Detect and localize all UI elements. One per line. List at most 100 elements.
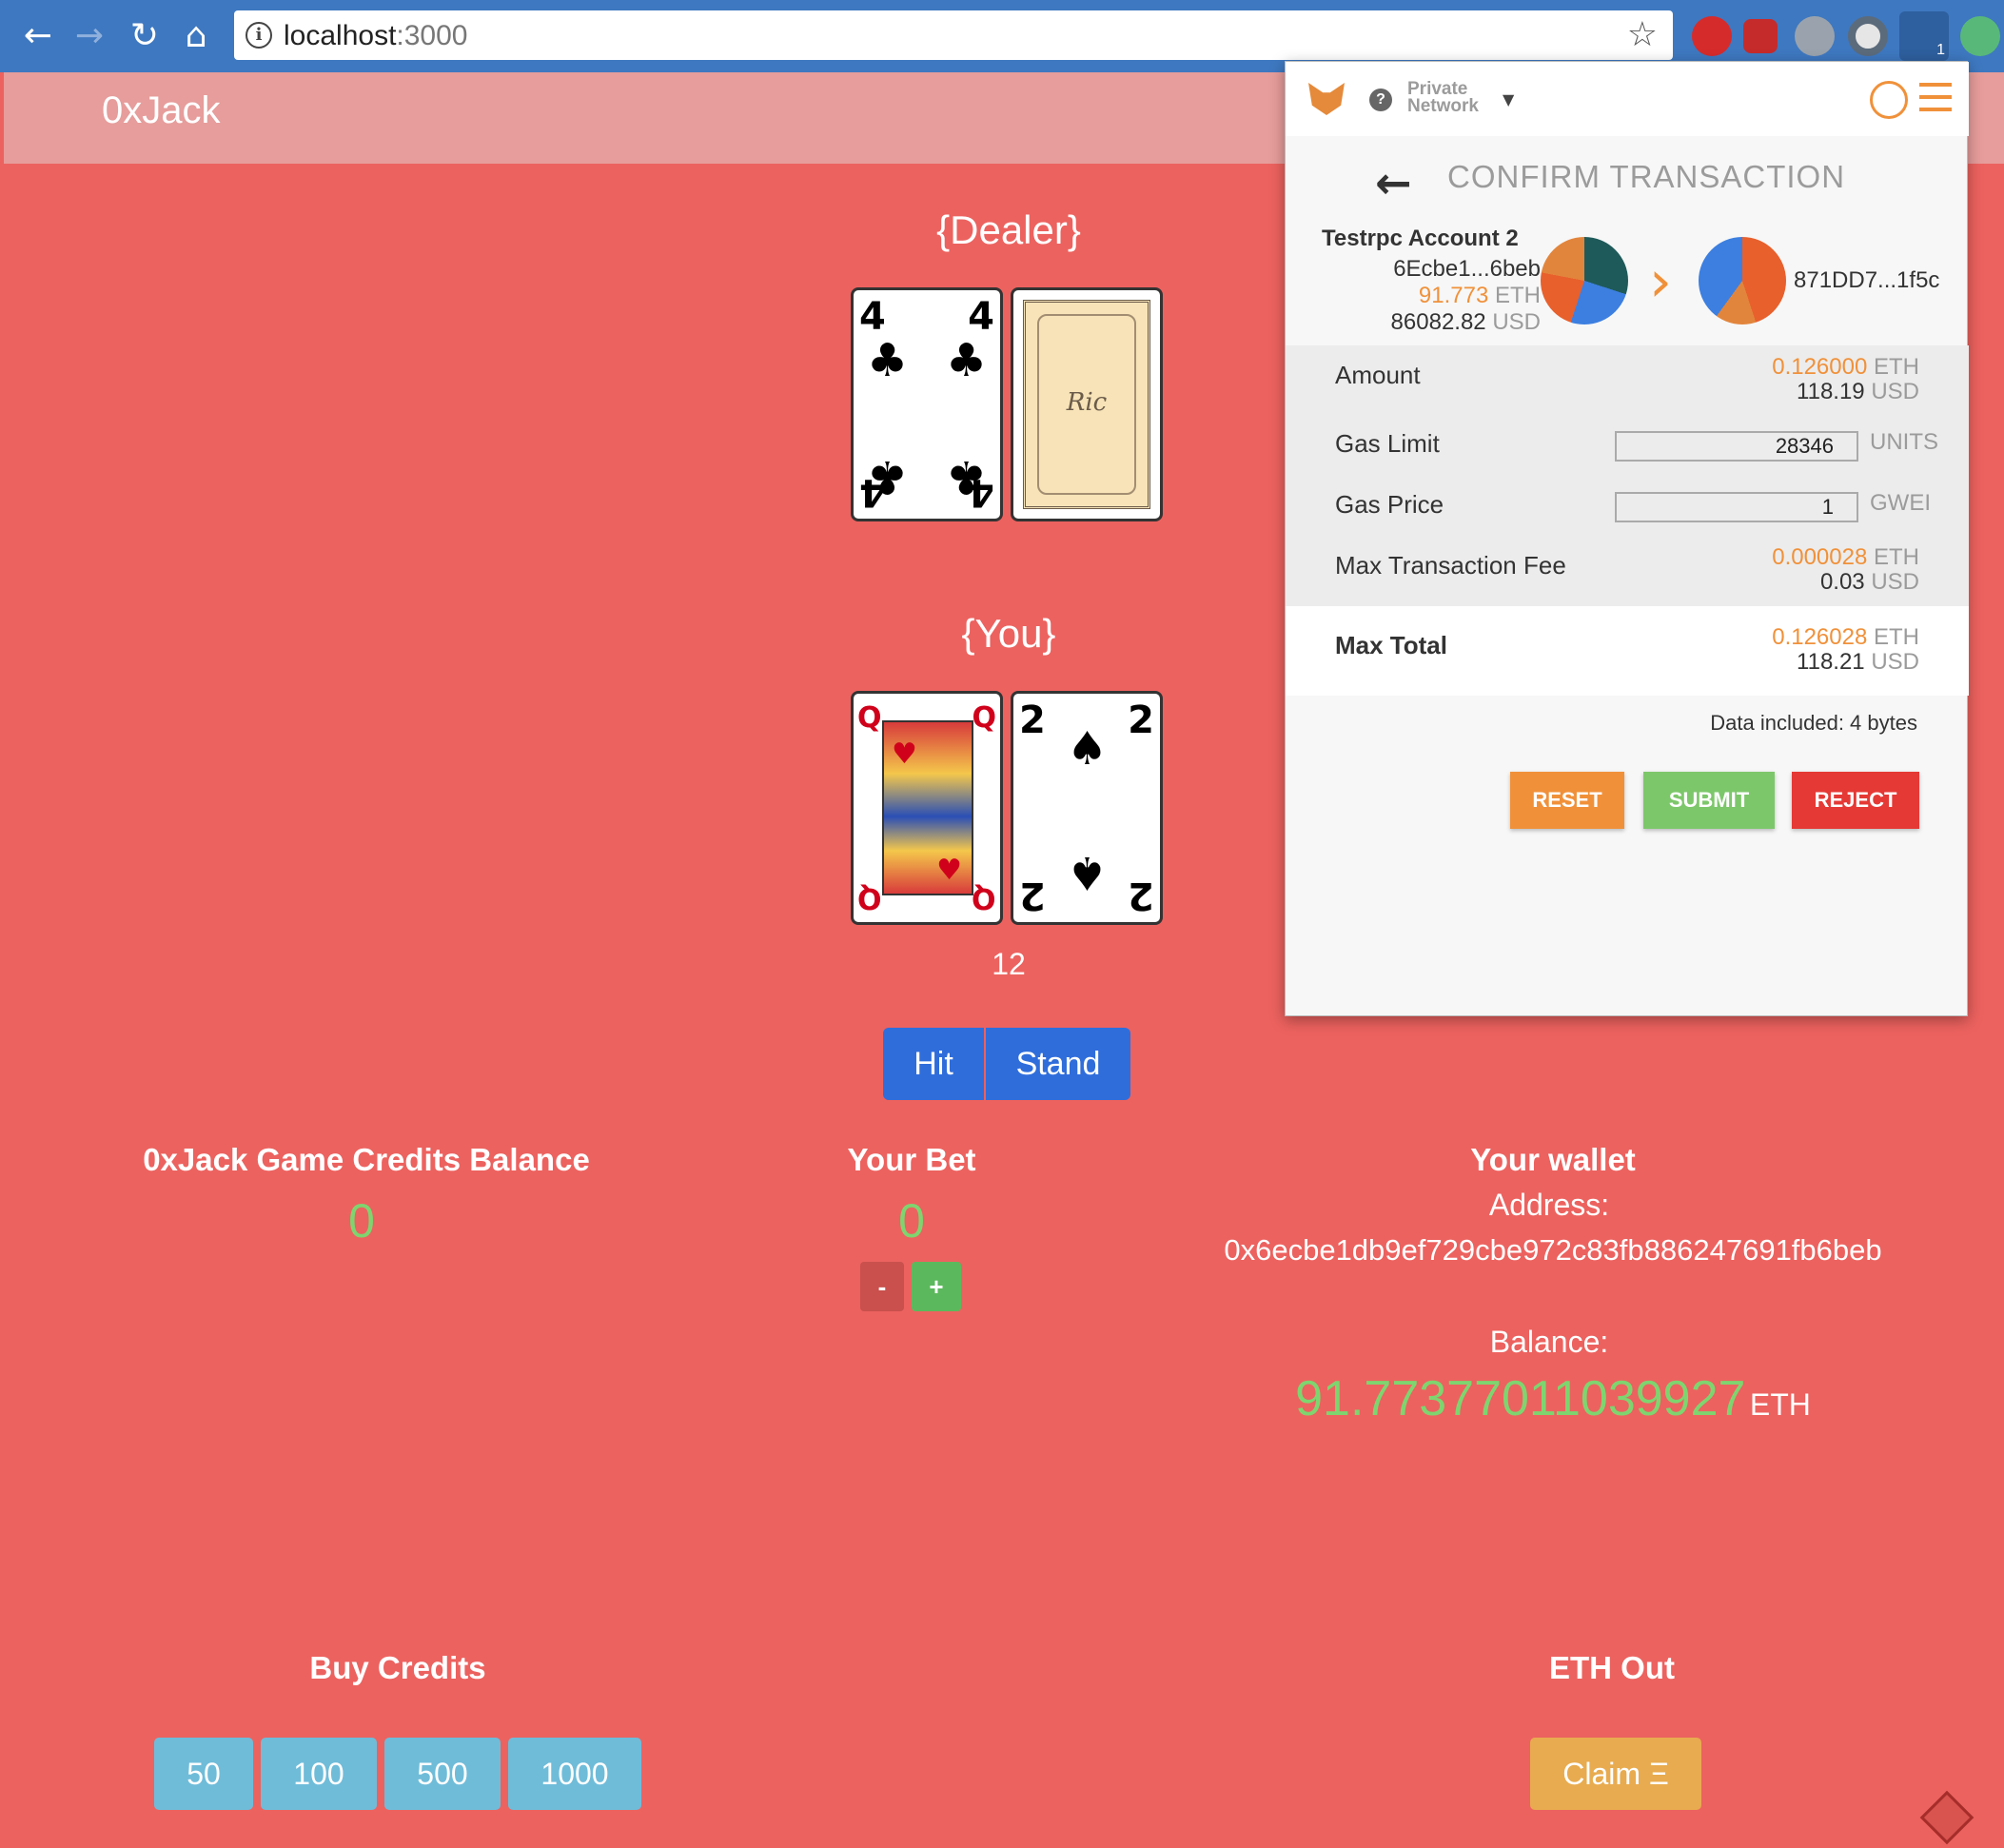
wallet-address: 0x6ecbe1db9ef729cbe972c83fb886247691fb6b… — [1224, 1233, 1882, 1267]
info-icon[interactable]: i — [246, 22, 272, 49]
gas-limit-unit: UNITS — [1870, 429, 1938, 455]
player-score: 12 — [992, 947, 1026, 981]
forward-arrow-icon[interactable]: → — [67, 13, 112, 59]
back-arrow-icon[interactable]: ← — [1375, 157, 1412, 208]
max-fee-label: Max Transaction Fee — [1335, 551, 1566, 580]
from-usd-unit: USD — [1492, 309, 1541, 335]
player-card-queen-hearts: Q Q ♥ ♥ Q Q — [851, 691, 1003, 925]
submit-button[interactable]: SUBMIT — [1643, 772, 1775, 829]
data-included-text: Data included: 4 bytes — [1710, 711, 1917, 735]
circle-extension-icon[interactable] — [1848, 16, 1888, 56]
bookmark-star-icon[interactable]: ☆ — [1627, 15, 1658, 54]
hamburger-menu-icon[interactable] — [1919, 83, 1952, 111]
chevron-right-icon: › — [1649, 248, 1672, 315]
update-extension-icon[interactable] — [1960, 16, 2000, 56]
media-extension-icon[interactable] — [1743, 19, 1778, 53]
wallet-balance-unit: ETH — [1749, 1387, 1811, 1422]
card-rank: Q — [857, 701, 882, 735]
url-text: localhost:3000 — [284, 20, 467, 52]
reload-icon[interactable]: ↻ — [122, 13, 167, 59]
from-account-name: Testrpc Account 2 — [1322, 226, 1519, 251]
credits-balance-value: 0 — [348, 1194, 375, 1248]
from-eth-unit: ETH — [1495, 283, 1541, 308]
max-fee-usd: 0.03 — [1819, 569, 1865, 595]
confirm-transaction-title: CONFIRM TRANSACTION — [1447, 159, 1846, 194]
address-label: Address: — [1488, 1188, 1610, 1222]
card-rank: 2 — [1128, 698, 1154, 742]
amount-eth: 0.126000 — [1772, 354, 1868, 380]
tag-icon — [1919, 1790, 1975, 1845]
wallet-balance-value: 91.77377011039927 — [1295, 1371, 1746, 1426]
metamask-fox-icon — [1308, 83, 1345, 115]
dealer-card-facedown: Ric — [1011, 287, 1163, 521]
card-rank: 2 — [1019, 874, 1046, 917]
heart-pip: ♥ — [892, 737, 917, 771]
dealer-label: {Dealer} — [936, 207, 1081, 252]
your-bet-value: 0 — [898, 1194, 925, 1248]
transaction-details: Amount 0.126000 ETH 118.19 USD Gas Limit… — [1286, 345, 1969, 606]
caret-down-icon[interactable]: ▼ — [1503, 90, 1514, 108]
max-total-eth: 0.126028 — [1772, 624, 1868, 650]
max-total-row: Max Total 0.126028 ETH 118.21 USD — [1286, 606, 1969, 696]
card-rank: 4 — [859, 295, 886, 339]
url-host: localhost — [284, 20, 397, 51]
balance-label: Balance: — [1489, 1325, 1609, 1359]
bet-increase-button[interactable]: + — [912, 1262, 961, 1311]
buy-50-button[interactable]: 50 — [154, 1738, 253, 1810]
network-line2: Network — [1407, 96, 1479, 116]
adblock-extension-icon[interactable] — [1692, 16, 1732, 56]
max-fee-eth-unit: ETH — [1874, 544, 1919, 570]
from-account-address: 6Ecbe1...6beb — [1393, 256, 1541, 282]
player-card-2-spades: 2 2 ♠ ♠ 2 2 — [1011, 691, 1163, 925]
app-brand[interactable]: 0xJack — [102, 89, 221, 132]
eth-out-label: ETH Out — [1549, 1650, 1675, 1685]
your-bet-label: Your Bet — [847, 1142, 976, 1177]
card-rank: Q — [857, 881, 882, 914]
card-rank: 4 — [968, 295, 994, 339]
settings-extension-icon[interactable] — [1795, 16, 1835, 56]
max-fee-value: 0.000028 ETH 0.03 USD — [1772, 545, 1919, 595]
max-total-label: Max Total — [1335, 631, 1447, 659]
heart-pip: ♥ — [936, 854, 962, 887]
hit-button[interactable]: Hit — [883, 1028, 984, 1100]
wallet-label: Your wallet — [1470, 1142, 1636, 1177]
gas-price-input[interactable]: 1 — [1615, 492, 1858, 522]
club-pip: ♣ — [867, 334, 909, 387]
address-bar[interactable]: i localhost:3000 ☆ — [234, 10, 1673, 60]
amount-eth-unit: ETH — [1874, 354, 1919, 380]
card-rank: 4 — [859, 470, 886, 514]
you-label: {You} — [961, 611, 1056, 656]
gas-limit-label: Gas Limit — [1335, 429, 1440, 458]
from-account-eth: 91.773 ETH — [1419, 283, 1541, 309]
bet-decrease-button[interactable]: - — [860, 1262, 904, 1311]
card-back-pattern: Ric — [1023, 300, 1150, 509]
gas-limit-input[interactable]: 28346 — [1615, 431, 1858, 462]
to-account-address: 871DD7...1f5c — [1794, 267, 1940, 293]
help-icon[interactable]: ? — [1369, 88, 1392, 111]
buy-500-button[interactable]: 500 — [384, 1738, 501, 1810]
max-fee-eth: 0.000028 — [1772, 544, 1868, 570]
home-icon[interactable]: ⌂ — [173, 13, 219, 59]
reset-button[interactable]: RESET — [1510, 772, 1624, 829]
account-switch-icon[interactable] — [1870, 81, 1908, 119]
url-port: :3000 — [396, 20, 468, 51]
credits-balance-label: 0xJack Game Credits Balance — [143, 1142, 590, 1177]
metamask-extension-icon[interactable]: 1 — [1899, 11, 1949, 61]
buy-100-button[interactable]: 100 — [261, 1738, 377, 1810]
back-arrow-icon[interactable]: ← — [15, 13, 61, 59]
stand-button[interactable]: Stand — [986, 1028, 1130, 1100]
max-total-usd: 118.21 — [1797, 649, 1865, 675]
club-pip: ♣ — [945, 334, 987, 387]
claim-button[interactable]: Claim Ξ — [1530, 1738, 1701, 1810]
network-selector[interactable]: Private Network — [1407, 80, 1479, 116]
from-usd-value: 86082.82 — [1390, 309, 1486, 335]
to-account-identicon — [1699, 237, 1786, 324]
metamask-header: ? Private Network ▼ — [1286, 62, 1969, 136]
max-total-value: 0.126028 ETH 118.21 USD — [1772, 625, 1919, 675]
gas-price-unit: GWEI — [1870, 490, 1931, 516]
buy-1000-button[interactable]: 1000 — [508, 1738, 641, 1810]
amount-label: Amount — [1335, 361, 1421, 389]
metamask-popup: ? Private Network ▼ ← CONFIRM TRANSACTIO… — [1285, 61, 1969, 1016]
max-fee-usd-unit: USD — [1871, 569, 1919, 595]
reject-button[interactable]: REJECT — [1792, 772, 1919, 829]
